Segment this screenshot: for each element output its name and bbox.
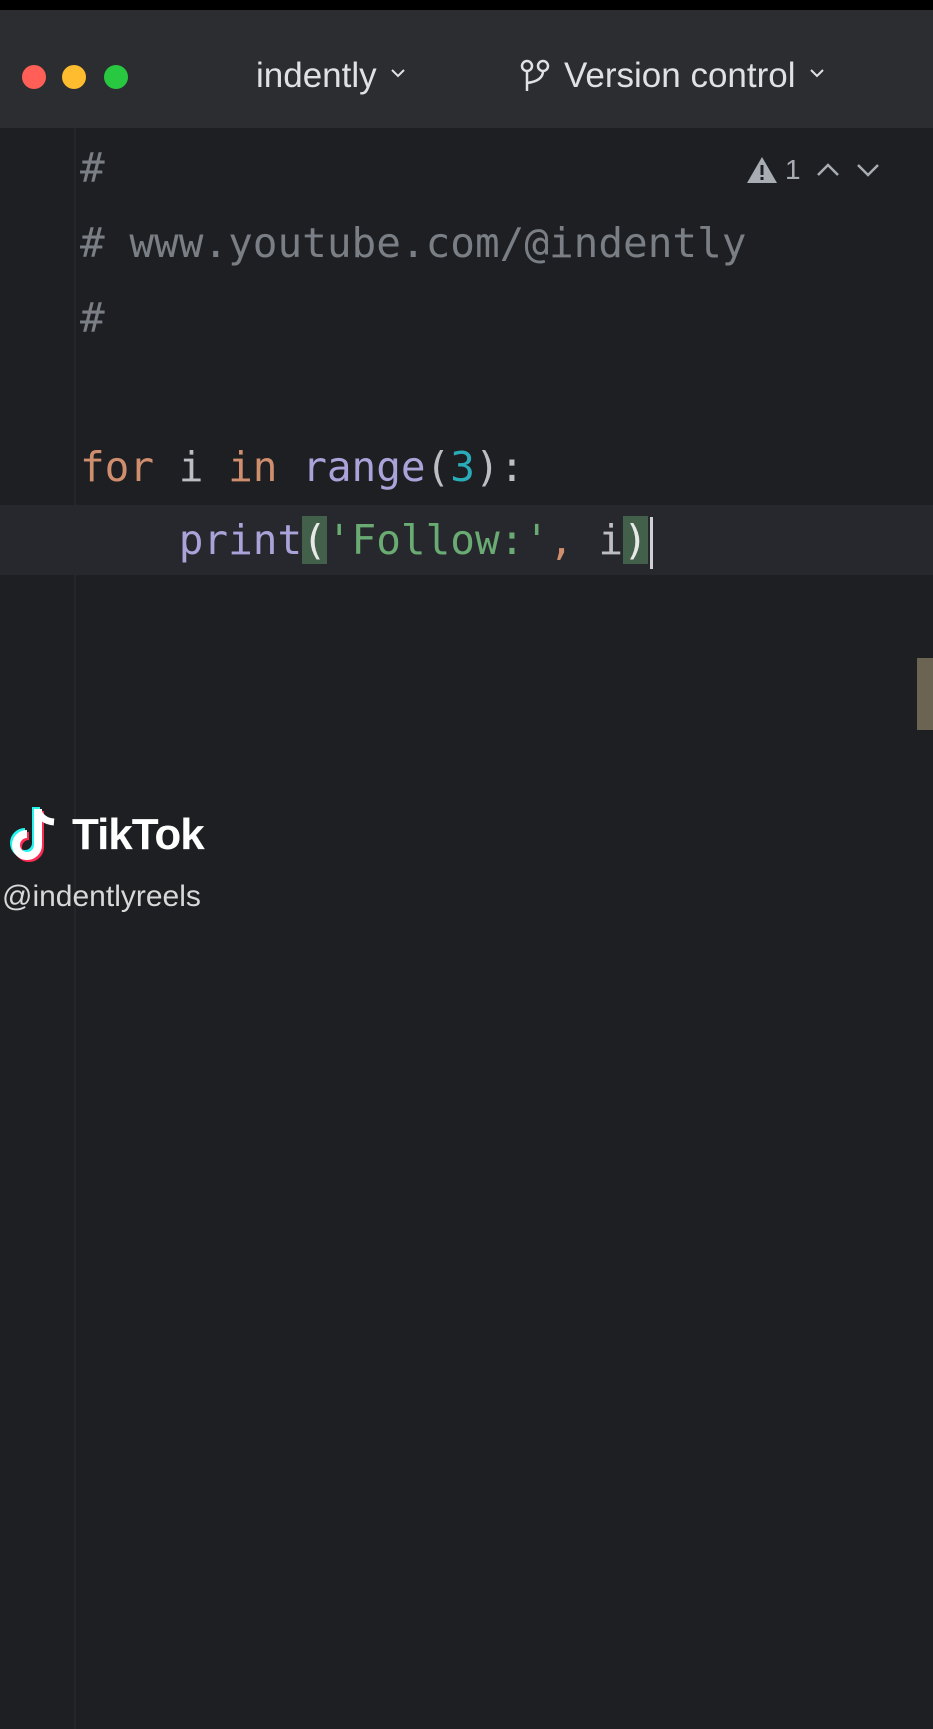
keyword-for: for bbox=[80, 443, 155, 491]
maximize-window-button[interactable] bbox=[104, 65, 128, 89]
version-control-label: Version control bbox=[564, 56, 796, 95]
tiktok-brand: TikTok bbox=[72, 810, 205, 859]
code-line-5: for i in range(3): bbox=[80, 443, 525, 491]
scrollbar-marker[interactable] bbox=[917, 658, 933, 730]
code-line-2: # www.youtube.com/@indently bbox=[80, 219, 747, 267]
code-line-3: # bbox=[80, 294, 105, 342]
previous-problem-icon[interactable] bbox=[815, 161, 841, 179]
project-name: indently bbox=[256, 56, 377, 95]
number-literal: 3 bbox=[450, 443, 475, 491]
warning-icon bbox=[747, 157, 777, 183]
inspection-widget[interactable]: 1 bbox=[745, 150, 881, 190]
loop-variable: i bbox=[178, 443, 204, 491]
print-argument: i bbox=[598, 516, 624, 564]
tiktok-watermark: TikTok bbox=[8, 805, 205, 865]
tiktok-handle: @indentlyreels bbox=[2, 880, 201, 913]
project-selector[interactable]: indently bbox=[256, 54, 405, 98]
keyword-in: in bbox=[228, 443, 278, 491]
code-editor[interactable] bbox=[0, 128, 933, 1729]
chevron-down-icon bbox=[809, 69, 824, 78]
code-line-6: print('Follow:', i) bbox=[80, 505, 653, 575]
code-line-1: # bbox=[80, 144, 105, 192]
warning-count: 1 bbox=[785, 154, 801, 185]
comma: , bbox=[549, 516, 599, 564]
minimize-window-button[interactable] bbox=[62, 65, 86, 89]
tiktok-logo-icon bbox=[10, 807, 55, 862]
title-bar: indently Version control bbox=[0, 10, 933, 128]
next-problem-icon[interactable] bbox=[855, 161, 881, 179]
builtin-range: range bbox=[302, 443, 426, 491]
branch-icon bbox=[520, 59, 550, 91]
builtin-print: print bbox=[178, 516, 303, 564]
top-strip bbox=[0, 0, 933, 10]
string-literal: 'Follow:' bbox=[326, 516, 550, 564]
close-window-button[interactable] bbox=[22, 65, 46, 89]
chevron-down-icon bbox=[390, 69, 405, 78]
gutter-divider bbox=[74, 128, 76, 1729]
version-control-selector[interactable]: Version control bbox=[520, 54, 824, 98]
warning-indicator[interactable]: 1 bbox=[745, 154, 801, 186]
text-caret bbox=[649, 517, 653, 569]
